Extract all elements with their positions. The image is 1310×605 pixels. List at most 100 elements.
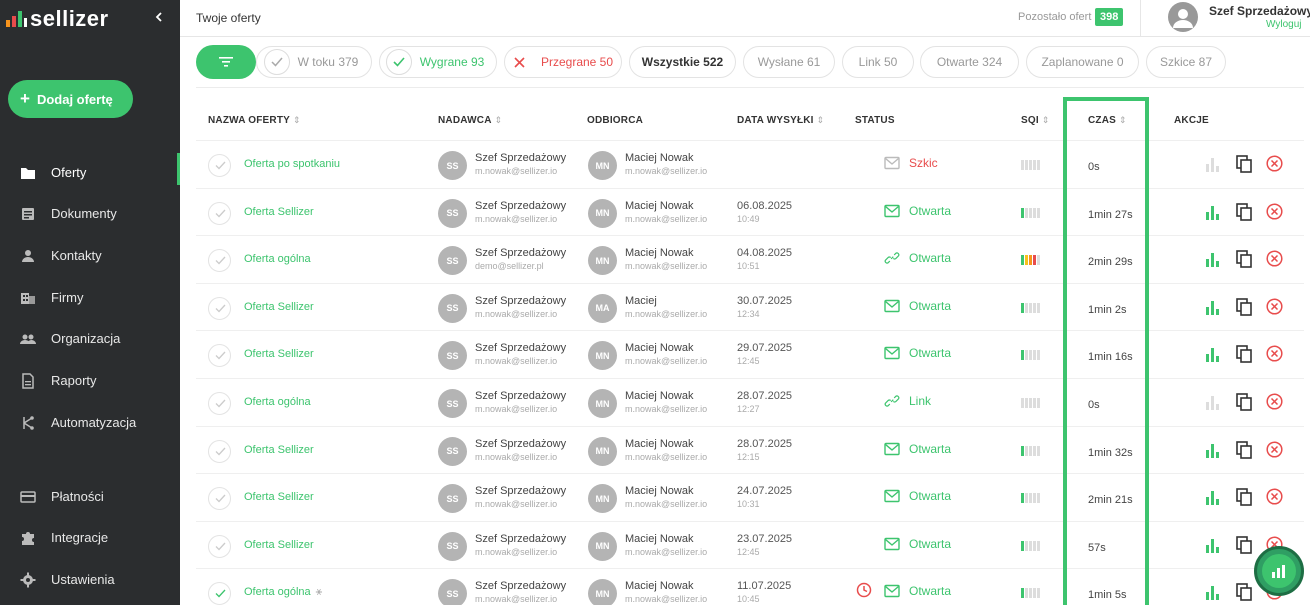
offer-name-link[interactable]: Oferta po spotkaniu <box>244 158 340 170</box>
filter-chip-szkice[interactable]: Szkice 87 <box>1146 46 1226 78</box>
row-select-checkbox[interactable] <box>208 392 231 415</box>
offer-name-link[interactable]: Oferta Sellizer <box>244 301 314 313</box>
copy-icon[interactable] <box>1236 250 1252 268</box>
offer-name-link[interactable]: Oferta Sellizer <box>244 491 314 503</box>
copy-icon[interactable] <box>1236 393 1252 411</box>
delete-icon[interactable] <box>1266 298 1283 315</box>
row-select-checkbox[interactable] <box>208 296 231 320</box>
stats-icon[interactable] <box>1205 299 1221 315</box>
sidebar-item-ustawienia[interactable]: Ustawienia <box>0 560 180 600</box>
row-select-checkbox[interactable] <box>208 534 231 558</box>
stats-icon[interactable] <box>1205 204 1221 220</box>
sidebar-item-integracje[interactable]: Integracje <box>0 518 180 558</box>
stats-icon[interactable] <box>1205 442 1221 458</box>
sidebar-item-oferty[interactable]: Oferty <box>0 153 180 193</box>
row-select-checkbox[interactable] <box>208 487 231 511</box>
sqi-bar <box>1029 493 1032 504</box>
row-select-checkbox[interactable] <box>208 582 231 605</box>
delete-icon[interactable] <box>1266 250 1283 267</box>
stats-icon[interactable] <box>1205 251 1221 268</box>
column-header-sender[interactable]: NADAWCA ⇕ <box>438 115 502 126</box>
filter-chip-otwarte[interactable]: Otwarte 324 <box>920 46 1019 78</box>
table-row[interactable]: Oferta po spotkaniu SS Szef Sprzedażowy m.n… <box>196 140 1304 188</box>
row-select-checkbox[interactable] <box>208 249 231 273</box>
filter-chip-przegrane[interactable]: Przegrane 50 <box>504 46 622 78</box>
sidebar-item-automatyzacja[interactable]: Automatyzacja <box>0 403 180 443</box>
delete-icon[interactable] <box>1266 393 1283 410</box>
row-select-checkbox[interactable] <box>208 201 231 225</box>
stats-icon[interactable] <box>1205 346 1221 363</box>
offer-name-link[interactable]: Oferta Sellizer <box>244 444 314 456</box>
filter-chip-link[interactable]: Link 50 <box>842 46 914 78</box>
sqi-bar <box>1037 540 1040 551</box>
app: sellizer + Dodaj ofertę Oferty Dokumenty… <box>0 0 1310 605</box>
delete-icon[interactable] <box>1266 488 1283 505</box>
send-date: 04.08.2025 <box>737 247 793 260</box>
recipient-avatar: MN <box>588 198 617 228</box>
delete-icon[interactable] <box>1266 441 1283 458</box>
sidebar-item-firmy[interactable]: Firmy <box>0 278 180 318</box>
table-row[interactable]: Oferta Sellizer SS Szef Sprzedażowy m.nowak… <box>196 282 1304 331</box>
logout-link[interactable]: Wyloguj <box>1266 19 1301 30</box>
stats-icon[interactable] <box>1205 394 1221 410</box>
copy-icon[interactable] <box>1236 297 1252 316</box>
sqi-bar <box>1033 302 1036 313</box>
user-avatar[interactable] <box>1168 2 1198 32</box>
offer-name-link[interactable]: Oferta Sellizer <box>244 539 314 551</box>
chevron-left-icon[interactable] <box>152 9 166 25</box>
stats-icon[interactable] <box>1205 489 1221 506</box>
copy-icon[interactable] <box>1236 535 1252 554</box>
sidebar-item-dokumenty[interactable]: Dokumenty <box>0 194 180 234</box>
copy-icon[interactable] <box>1236 202 1252 221</box>
sidebar-item-raporty[interactable]: Raporty <box>0 361 180 401</box>
column-header-czas[interactable]: CZAS ⇕ <box>1088 115 1127 126</box>
table-row[interactable]: Oferta ogólna ⚹ SS Szef Sprzedażowy m.nowak@… <box>196 568 1304 605</box>
column-header-date[interactable]: DATA WYSYŁKI ⇕ <box>737 115 824 126</box>
delete-icon[interactable] <box>1266 203 1283 220</box>
row-select-checkbox[interactable] <box>208 154 231 177</box>
column-header-name[interactable]: NAZWA OFERTY ⇕ <box>208 115 301 126</box>
filter-chip-zaplanowane[interactable]: Zaplanowane 0 <box>1026 46 1139 78</box>
delete-icon[interactable] <box>1266 345 1283 362</box>
table-row[interactable]: Oferta Sellizer SS Szef Sprzedażowy m.nowak… <box>196 520 1304 569</box>
row-select-checkbox[interactable] <box>208 344 231 368</box>
copy-icon[interactable] <box>1236 488 1252 506</box>
mail-icon <box>884 204 900 217</box>
filter-chip-wyslane[interactable]: Wysłane 61 <box>743 46 835 78</box>
table-row[interactable]: Oferta Sellizer SS Szef Sprzedażowy m.nowak… <box>196 187 1304 236</box>
copy-icon[interactable] <box>1236 440 1252 459</box>
offer-name-link[interactable]: Oferta ogólna ⚹ <box>244 586 322 599</box>
add-offer-button[interactable]: + Dodaj ofertę <box>8 80 133 118</box>
sidebar-item-kontakty[interactable]: Kontakty <box>0 236 180 276</box>
table-row[interactable]: Oferta Sellizer SS Szef Sprzedażowy m.nowak… <box>196 425 1304 474</box>
table-row[interactable]: Oferta Sellizer SS Szef Sprzedażowy m.nowak… <box>196 330 1304 378</box>
recipient-avatar: MN <box>588 341 617 371</box>
sidebar-item-platnosci[interactable]: Płatności <box>0 477 180 517</box>
delete-icon[interactable] <box>1266 155 1283 172</box>
copy-icon[interactable] <box>1236 345 1252 364</box>
analytics-fab-button[interactable] <box>1254 546 1304 596</box>
filter-chip-w-toku[interactable]: W toku 379 <box>256 46 372 78</box>
offer-name-link[interactable]: Oferta ogólna <box>244 253 311 265</box>
table-row[interactable]: Oferta ogólna SS Szef Sprzedażowy demo@sell… <box>196 235 1304 283</box>
copy-icon[interactable] <box>1236 583 1252 602</box>
copy-icon[interactable] <box>1236 155 1252 173</box>
offer-name-link[interactable]: Oferta ogólna <box>244 396 311 408</box>
column-header-sqi[interactable]: SQI ⇕ <box>1021 115 1050 126</box>
stats-icon[interactable] <box>1205 584 1221 601</box>
sqi-indicator <box>1021 350 1040 361</box>
filter-chip-wygrane[interactable]: Wygrane 93 <box>379 46 497 78</box>
filter-button[interactable] <box>196 45 256 79</box>
status-label: Otwarta <box>909 346 952 361</box>
row-select-checkbox[interactable] <box>208 439 231 463</box>
offer-name-link[interactable]: Oferta Sellizer <box>244 206 314 218</box>
sqi-bar <box>1037 588 1040 599</box>
filter-chip-wszystkie[interactable]: Wszystkie 522 <box>629 46 736 78</box>
table-row[interactable]: Oferta ogólna SS Szef Sprzedażowy m.nowak@s… <box>196 378 1304 426</box>
sidebar-item-organizacja[interactable]: Organizacja <box>0 319 180 359</box>
stats-icon[interactable] <box>1205 156 1221 172</box>
stats-icon[interactable] <box>1205 537 1221 553</box>
offer-name-link[interactable]: Oferta Sellizer <box>244 348 314 360</box>
table-row[interactable]: Oferta Sellizer SS Szef Sprzedażowy m.nowak… <box>196 473 1304 521</box>
sidebar-item-label: Płatności <box>51 489 104 504</box>
